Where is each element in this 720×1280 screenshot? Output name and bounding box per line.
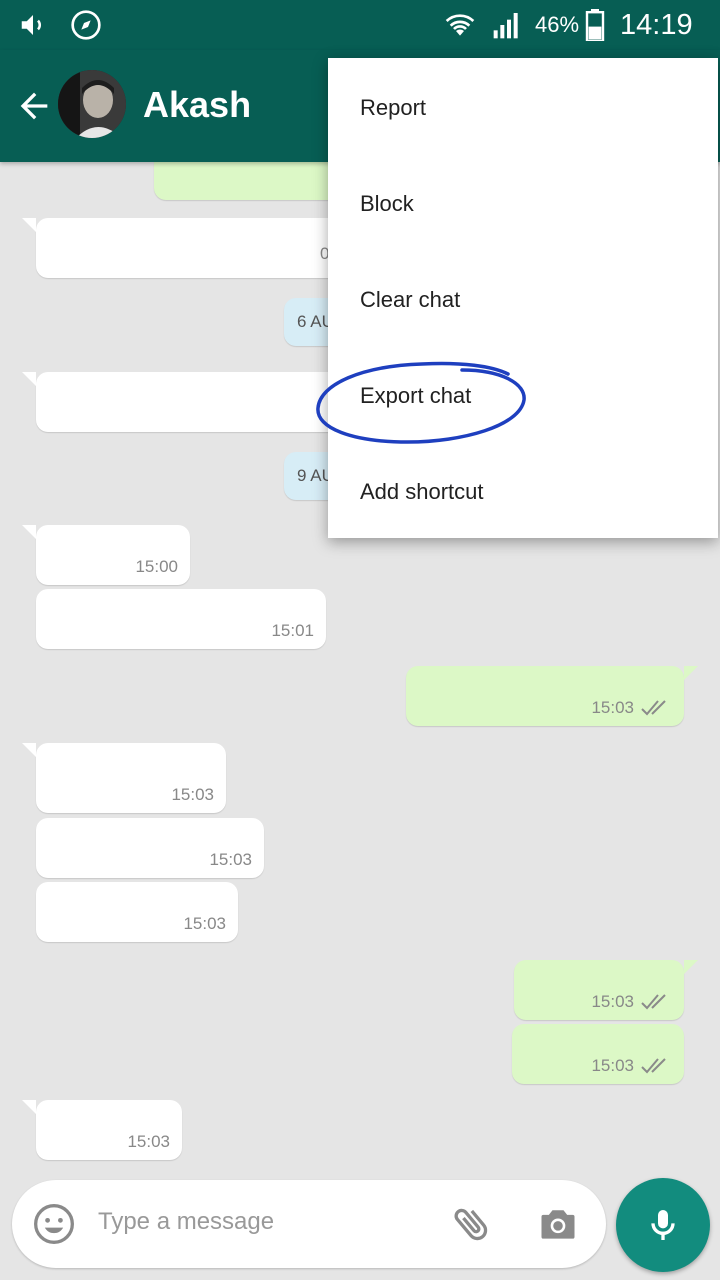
battery-percentage: 46%	[535, 12, 580, 37]
message-time: 15:03	[591, 698, 634, 717]
message-time: 15:03	[591, 992, 634, 1011]
battery-icon	[584, 0, 606, 50]
double-check-icon	[641, 1058, 666, 1074]
menu-item-add-shortcut[interactable]: Add shortcut	[328, 444, 718, 540]
message-bubble-outgoing[interactable]: 15:03	[406, 666, 698, 726]
message-time: 15:03	[591, 1056, 634, 1075]
bubble-tail	[22, 1100, 36, 1114]
message-bubble-incoming[interactable]: 15:03	[36, 818, 264, 878]
message-bubble-incoming[interactable]: 0	[22, 218, 356, 278]
volume-icon	[18, 0, 48, 50]
menu-item-report[interactable]: Report	[328, 60, 718, 156]
wifi-icon	[442, 0, 478, 50]
message-meta: 15:03	[591, 992, 672, 1012]
avatar[interactable]	[58, 70, 126, 138]
message-bubble-incoming[interactable]: 15:00	[22, 525, 190, 585]
message-bubble-outgoing[interactable]	[154, 162, 354, 200]
emoji-icon[interactable]	[32, 1202, 76, 1251]
camera-icon[interactable]	[536, 1202, 580, 1251]
bubble-tail	[22, 218, 36, 232]
back-arrow-icon[interactable]	[14, 86, 54, 126]
message-bubble-outgoing[interactable]: 15:03	[514, 960, 698, 1020]
message-time: 15:03	[209, 850, 252, 869]
menu-item-block[interactable]: Block	[328, 156, 718, 252]
double-check-icon	[641, 994, 666, 1010]
message-bubble-incoming[interactable]	[22, 372, 356, 432]
message-time: 15:03	[127, 1132, 170, 1151]
message-bubble-incoming[interactable]: 15:03	[22, 1100, 182, 1160]
message-composer: Type a message	[12, 1180, 606, 1268]
menu-item-export-chat[interactable]: Export chat	[328, 348, 718, 444]
message-bubble-incoming[interactable]: 15:03	[22, 743, 226, 813]
bubble-tail	[22, 743, 36, 757]
double-check-icon	[641, 700, 666, 716]
message-bubble-incoming[interactable]: 15:01	[36, 589, 326, 649]
microphone-icon	[651, 1210, 675, 1240]
message-meta: 15:03	[591, 698, 672, 718]
message-bubble-outgoing[interactable]: 15:03	[512, 1024, 684, 1084]
signal-icon	[490, 0, 524, 50]
message-time: 15:01	[271, 621, 314, 640]
message-input[interactable]: Type a message	[98, 1208, 274, 1236]
contact-name[interactable]: Akash	[143, 84, 251, 126]
status-bar: 46% 14:19	[0, 0, 720, 50]
compass-icon	[70, 0, 102, 50]
message-time: 15:03	[171, 785, 214, 804]
message-time: 15:03	[183, 914, 226, 933]
bubble-tail	[684, 666, 698, 680]
overflow-menu: Report Block Clear chat Export chat Add …	[328, 58, 718, 538]
message-bubble-incoming[interactable]: 15:03	[36, 882, 238, 942]
message-meta: 15:03	[591, 1056, 672, 1076]
bubble-tail	[684, 960, 698, 974]
bubble-tail	[22, 525, 36, 539]
menu-item-clear-chat[interactable]: Clear chat	[328, 252, 718, 348]
message-time: 15:00	[135, 557, 178, 576]
bubble-tail	[22, 372, 36, 386]
clock: 14:19	[620, 8, 693, 41]
attachment-icon[interactable]	[450, 1202, 494, 1251]
voice-record-button[interactable]	[616, 1178, 710, 1272]
